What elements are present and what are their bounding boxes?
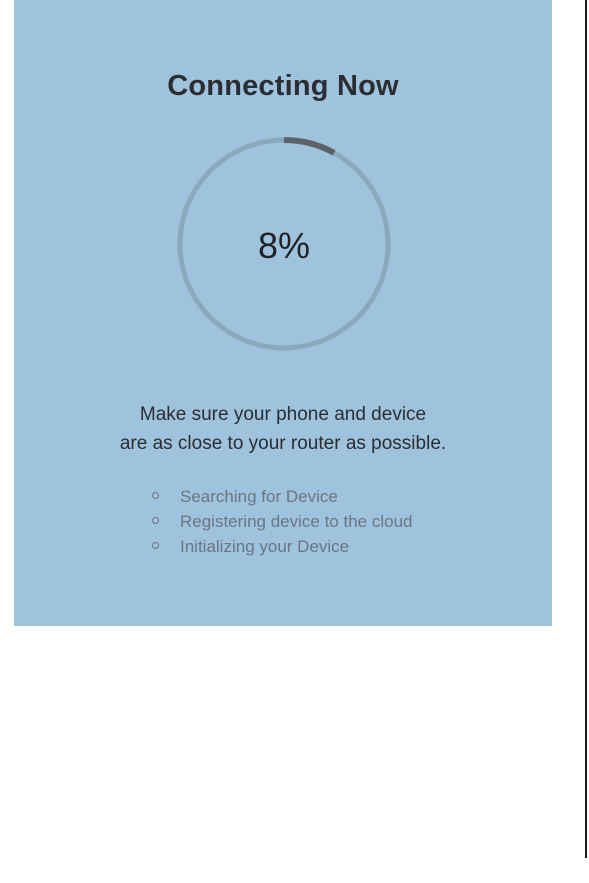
step-bullet-icon <box>152 542 159 549</box>
page: Connecting Now 8% Make sure your phone a… <box>0 0 589 883</box>
progress-ring: 8% <box>173 133 395 355</box>
progress-percent: 8% <box>257 225 311 266</box>
step-label: Registering device to the cloud <box>180 512 413 531</box>
connecting-panel: Connecting Now 8% Make sure your phone a… <box>14 0 552 626</box>
connection-hint-line-1: Make sure your phone and device <box>139 404 427 425</box>
step-label: Searching for Device <box>180 487 338 506</box>
page-title: Connecting Now <box>167 70 399 102</box>
connection-hint-line-2: are as close to your router as possible. <box>119 433 447 454</box>
step-registering: Registering device to the cloud <box>152 509 412 534</box>
connection-steps: Searching for Device Registering device … <box>152 484 412 559</box>
step-initializing: Initializing your Device <box>152 534 412 559</box>
connection-hint: Make sure your phone and device are as c… <box>14 400 552 458</box>
window-edge <box>585 0 587 858</box>
step-label: Initializing your Device <box>180 537 350 556</box>
step-bullet-icon <box>152 492 159 499</box>
progress-ring-fill <box>283 137 336 156</box>
step-bullet-icon <box>152 517 159 524</box>
step-searching: Searching for Device <box>152 484 412 509</box>
